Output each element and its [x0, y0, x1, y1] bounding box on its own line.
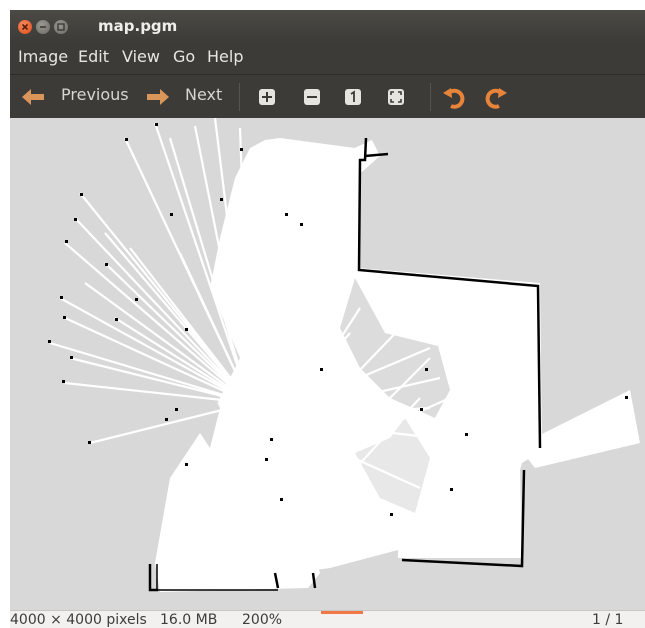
zoom-level: 200%	[242, 612, 283, 628]
toolbar-separator	[239, 83, 240, 111]
toolbar-separator	[430, 83, 431, 111]
menu-help[interactable]: Help	[207, 47, 243, 66]
status-bar: 4000 × 4000 pixels 16.0 MB 200% 1 / 1	[10, 610, 645, 628]
zoom-out-icon[interactable]	[303, 88, 321, 106]
window-title: map.pgm	[98, 17, 178, 35]
toolbar: Previous Next	[10, 74, 645, 119]
title-bar[interactable]: map.pgm	[10, 10, 645, 43]
minimize-icon	[40, 26, 46, 28]
rotate-right-icon[interactable]	[484, 85, 508, 111]
image-dimensions: 4000 × 4000 pixels	[10, 612, 147, 628]
menu-go[interactable]: Go	[173, 47, 195, 66]
image-canvas[interactable]	[10, 118, 645, 610]
arrow-left-icon[interactable]	[20, 87, 46, 107]
horizontal-scroll-indicator[interactable]	[321, 611, 363, 614]
minimize-button[interactable]	[36, 20, 50, 34]
menu-bar: Image Edit View Go Help	[10, 45, 645, 71]
arrow-right-icon[interactable]	[145, 87, 171, 107]
image-file-size: 16.0 MB	[160, 612, 218, 628]
image-position: 1 / 1	[592, 612, 624, 628]
zoom-in-icon[interactable]	[258, 88, 276, 106]
menu-view[interactable]: View	[122, 47, 160, 66]
menu-image[interactable]: Image	[18, 47, 68, 66]
close-icon	[21, 23, 29, 31]
maximize-icon	[57, 23, 65, 31]
menu-edit[interactable]: Edit	[78, 47, 109, 66]
previous-button[interactable]: Previous	[61, 85, 129, 104]
zoom-fit-icon[interactable]	[387, 88, 405, 106]
zoom-normal-icon[interactable]	[344, 88, 362, 106]
next-button[interactable]: Next	[185, 85, 222, 104]
image-viewer-window: map.pgm Image Edit View Go Help Previous…	[10, 10, 645, 628]
occupancy-map-image	[48, 118, 640, 592]
close-button[interactable]	[18, 20, 32, 34]
maximize-button[interactable]	[54, 20, 68, 34]
rotate-left-icon[interactable]	[442, 85, 466, 111]
